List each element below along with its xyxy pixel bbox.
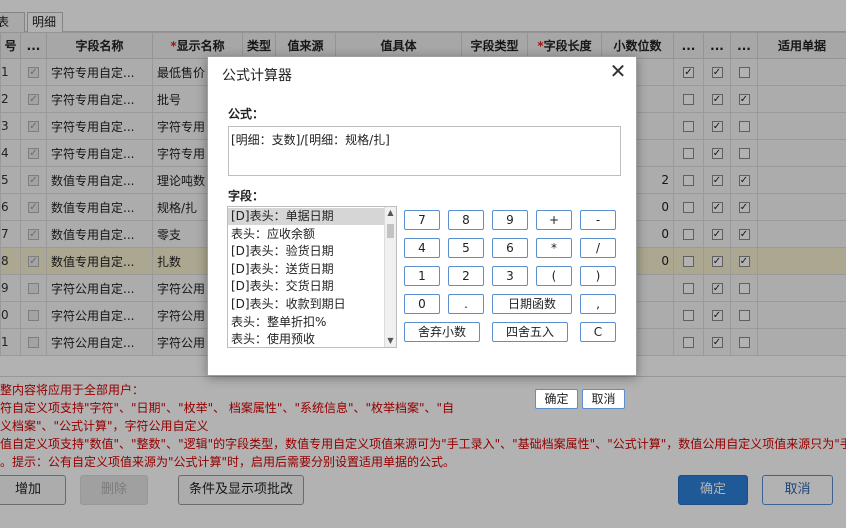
field-list-item[interactable]: [D]表头：验货日期 <box>228 243 386 260</box>
truncate-decimal-key[interactable]: 舍弃小数 <box>404 322 480 342</box>
dialog-ok-button[interactable]: 确定 <box>535 389 578 409</box>
field-list[interactable]: [D]表头：单据日期 表头：应收余额 [D]表头：验货日期 [D]表头：送货日期 [D]… <box>227 206 397 348</box>
clear-key[interactable]: C <box>580 322 616 342</box>
formula-label: 公式： <box>228 107 265 121</box>
field-list-item[interactable]: 表头：整单折扣% <box>228 314 386 331</box>
fields-label: 字段： <box>228 189 265 203</box>
field-list-item[interactable]: [D]表头：交货日期 <box>228 278 386 295</box>
close-icon[interactable]: ✕ <box>608 59 628 83</box>
plus-key[interactable]: + <box>536 210 572 230</box>
field-list-item[interactable]: [D]表头：送货日期 <box>228 261 386 278</box>
minus-key[interactable]: - <box>580 210 616 230</box>
round-key[interactable]: 四舍五入 <box>492 322 568 342</box>
digit-5-key[interactable]: 5 <box>448 238 484 258</box>
scroll-up-icon[interactable]: ▲ <box>385 207 396 219</box>
digit-2-key[interactable]: 2 <box>448 266 484 286</box>
right-paren-key[interactable]: ) <box>580 266 616 286</box>
dialog-cancel-button[interactable]: 取消 <box>582 389 625 409</box>
divide-key[interactable]: / <box>580 238 616 258</box>
scroll-down-icon[interactable]: ▼ <box>385 335 396 347</box>
field-list-item[interactable]: 表头：使用预收 <box>228 331 386 347</box>
digit-0-key[interactable]: 0 <box>404 294 440 314</box>
field-list-item[interactable]: 表头：应收余额 <box>228 226 386 243</box>
digit-6-key[interactable]: 6 <box>492 238 528 258</box>
dialog-title: 公式计算器 <box>222 68 292 84</box>
digit-9-key[interactable]: 9 <box>492 210 528 230</box>
date-function-key[interactable]: 日期函数 <box>492 294 572 314</box>
field-list-item[interactable]: [D]表头：单据日期 <box>228 208 386 225</box>
decimal-point-key[interactable]: . <box>448 294 484 314</box>
formula-calculator-dialog: 公式计算器 ✕ 公式： [明细：支数]/[明细：规格/扎] 字段： [D]表头：… <box>207 56 637 409</box>
digit-3-key[interactable]: 3 <box>492 266 528 286</box>
comma-key[interactable]: , <box>580 294 616 314</box>
field-list-scrollbar[interactable]: ▲ ▼ <box>384 207 396 347</box>
left-paren-key[interactable]: ( <box>536 266 572 286</box>
digit-1-key[interactable]: 1 <box>404 266 440 286</box>
field-list-item[interactable]: [D]表头：收款到期日 <box>228 296 386 313</box>
digit-8-key[interactable]: 8 <box>448 210 484 230</box>
digit-7-key[interactable]: 7 <box>404 210 440 230</box>
formula-input[interactable]: [明细：支数]/[明细：规格/扎] <box>228 126 621 176</box>
scrollbar-thumb[interactable] <box>387 224 394 238</box>
multiply-key[interactable]: * <box>536 238 572 258</box>
digit-4-key[interactable]: 4 <box>404 238 440 258</box>
